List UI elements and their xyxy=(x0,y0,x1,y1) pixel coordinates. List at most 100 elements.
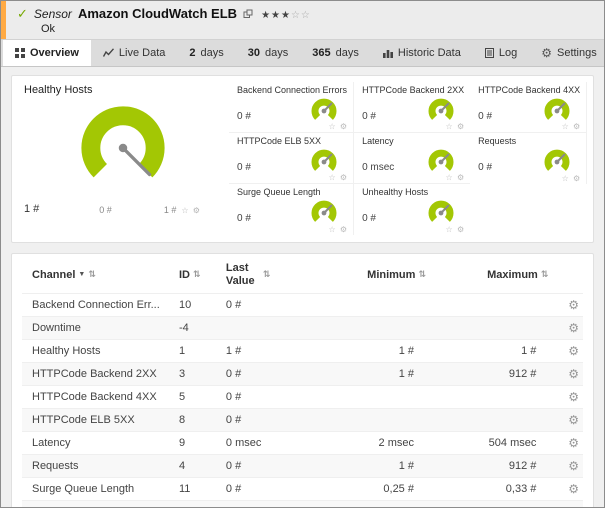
mini-gauge-value: 0 # xyxy=(478,111,492,126)
favorite-star-icon[interactable]: ☆ xyxy=(446,173,454,182)
channel-row[interactable]: Healthy Hosts 1 1 # 1 # 1 # ⚙ xyxy=(22,340,583,363)
channel-settings-icon[interactable]: ⚙ xyxy=(568,344,579,358)
channel-name: Downtime xyxy=(22,317,175,340)
favorite-star-icon[interactable]: ☆ xyxy=(446,122,454,131)
channel-row[interactable]: Latency 9 0 msec 2 msec 504 msec ⚙ xyxy=(22,432,583,455)
mini-gauge-dial xyxy=(542,147,572,177)
channel-settings-icon[interactable]: ⚙ xyxy=(568,321,579,335)
primary-gauge-value: 1 # xyxy=(24,203,39,215)
channel-settings-icon[interactable]: ⚙ xyxy=(568,436,579,450)
tab-2-days[interactable]: 2 days xyxy=(177,40,235,66)
prtg-sensor-page: ✓ Sensor Amazon CloudWatch ELB ★★★☆☆ Ok … xyxy=(0,0,605,508)
channel-settings-icon[interactable]: ⚙ xyxy=(568,390,579,404)
tab-label: Log xyxy=(499,47,517,59)
channel-id: 10 xyxy=(175,294,222,317)
gauge-settings-icon[interactable]: ⚙ xyxy=(193,206,201,215)
channel-id: 1 xyxy=(175,340,222,363)
channel-last-value: 0 # xyxy=(222,363,310,386)
channel-row[interactable]: HTTPCode ELB 5XX 8 0 # ⚙ xyxy=(22,409,583,432)
col-label: Maximum xyxy=(487,269,538,281)
table-header-row: Channel ▼ ⇅ ID⇅ Last Value⇅ Minim xyxy=(22,256,583,294)
channel-id: 3 xyxy=(175,363,222,386)
mini-gauge-cell[interactable]: HTTPCode ELB 5XX 0 # ☆ ⚙ xyxy=(229,133,354,184)
mini-gauge-settings-icon[interactable]: ⚙ xyxy=(573,174,581,183)
favorite-star-icon[interactable]: ☆ xyxy=(562,174,570,183)
favorite-star-icon[interactable]: ☆ xyxy=(328,225,336,234)
channel-settings-icon[interactable]: ⚙ xyxy=(568,367,579,381)
col-label: Minimum xyxy=(367,269,415,281)
mini-gauge-settings-icon[interactable]: ⚙ xyxy=(457,173,465,182)
tab-30-days[interactable]: 30 days xyxy=(236,40,301,66)
favorite-star-icon[interactable]: ☆ xyxy=(181,206,189,215)
sort-icon: ⇅ xyxy=(541,269,549,280)
channel-settings-icon[interactable]: ⚙ xyxy=(568,482,579,496)
mini-gauge-cell[interactable]: HTTPCode Backend 4XX 0 # ☆ ⚙ xyxy=(470,82,587,133)
tab-log[interactable]: Log xyxy=(473,40,529,66)
gauges-panel: Healthy Hosts 1 # 0 # 1 # ☆ ⚙ Backend xyxy=(11,75,594,243)
mini-gauge-cell[interactable]: Latency 0 msec ☆ ⚙ xyxy=(354,133,470,184)
col-header-last-value[interactable]: Last Value⇅ xyxy=(222,256,310,294)
col-header-channel[interactable]: Channel ▼ ⇅ xyxy=(22,256,175,294)
mini-gauge-value: 0 # xyxy=(237,213,251,228)
tab-overview[interactable]: Overview xyxy=(3,40,91,66)
channel-maximum: 912 # xyxy=(430,363,552,386)
channel-row[interactable]: Unhealthy Hosts 2 0 # 0 # 0 # ⚙ xyxy=(22,501,583,508)
channel-row[interactable]: HTTPCode Backend 2XX 3 0 # 1 # 912 # ⚙ xyxy=(22,363,583,386)
tab-historic-data[interactable]: Historic Data xyxy=(371,40,473,66)
channel-id: 8 xyxy=(175,409,222,432)
favorite-star-icon[interactable]: ☆ xyxy=(562,122,570,131)
mini-gauge-cell[interactable]: HTTPCode Backend 2XX 0 # ☆ ⚙ xyxy=(354,82,470,133)
channel-last-value: 0 # xyxy=(222,386,310,409)
object-kind-label: Sensor xyxy=(34,7,72,21)
channel-minimum: 0 # xyxy=(310,501,430,508)
col-header-minimum[interactable]: Minimum⇅ xyxy=(310,256,430,294)
mini-gauge-settings-icon[interactable]: ⚙ xyxy=(340,122,348,131)
mini-gauge-settings-icon[interactable]: ⚙ xyxy=(573,122,581,131)
tab-live-data[interactable]: Live Data xyxy=(91,40,177,66)
mini-gauge-settings-icon[interactable]: ⚙ xyxy=(457,122,465,131)
tab-365-days[interactable]: 365 days xyxy=(300,40,371,66)
tab-label: Overview xyxy=(30,47,79,59)
channel-id: 4 xyxy=(175,455,222,478)
channel-row[interactable]: Backend Connection Err... 10 0 # ⚙ xyxy=(22,294,583,317)
sort-icon: ⇅ xyxy=(88,269,96,280)
channel-last-value: 0 # xyxy=(222,294,310,317)
col-header-maximum[interactable]: Maximum⇅ xyxy=(430,256,552,294)
channel-name: Unhealthy Hosts xyxy=(22,501,175,508)
channels-table: Channel ▼ ⇅ ID⇅ Last Value⇅ Minim xyxy=(22,256,583,508)
favorite-star-icon[interactable]: ☆ xyxy=(328,173,336,182)
priority-stars[interactable]: ★★★☆☆ xyxy=(261,10,311,21)
channel-name: Requests xyxy=(22,455,175,478)
channel-last-value: 0 # xyxy=(222,409,310,432)
channel-id: 5 xyxy=(175,386,222,409)
channel-row[interactable]: Downtime -4 ⚙ xyxy=(22,317,583,340)
primary-channel-gauge[interactable]: Healthy Hosts 1 # 0 # 1 # ☆ ⚙ xyxy=(20,82,225,236)
mini-gauge-settings-icon[interactable]: ⚙ xyxy=(340,173,348,182)
tab-settings[interactable]: ⚙ Settings xyxy=(529,40,605,66)
popout-icon[interactable] xyxy=(243,9,253,19)
channel-row[interactable]: Surge Queue Length 11 0 # 0,25 # 0,33 # … xyxy=(22,478,583,501)
mini-gauge-settings-icon[interactable]: ⚙ xyxy=(457,225,465,234)
channel-name: HTTPCode ELB 5XX xyxy=(22,409,175,432)
favorite-star-icon[interactable]: ☆ xyxy=(328,122,336,131)
mini-gauge-settings-icon[interactable]: ⚙ xyxy=(340,225,348,234)
mini-gauge-cell[interactable]: Surge Queue Length 0 # ☆ ⚙ xyxy=(229,184,354,235)
channel-settings-icon[interactable]: ⚙ xyxy=(568,413,579,427)
mini-gauge-cell[interactable]: Requests 0 # ☆ ⚙ xyxy=(470,133,587,184)
col-header-id[interactable]: ID⇅ xyxy=(175,256,222,294)
channel-row[interactable]: HTTPCode Backend 4XX 5 0 # ⚙ xyxy=(22,386,583,409)
sensor-header: ✓ Sensor Amazon CloudWatch ELB ★★★☆☆ Ok xyxy=(1,1,604,39)
channel-settings-icon[interactable]: ⚙ xyxy=(568,459,579,473)
channel-name: Healthy Hosts xyxy=(22,340,175,363)
favorite-star-icon[interactable]: ☆ xyxy=(446,225,454,234)
channel-id: 9 xyxy=(175,432,222,455)
channel-maximum xyxy=(430,294,552,317)
channel-settings-icon[interactable]: ⚙ xyxy=(568,298,579,312)
mini-gauge-value: 0 # xyxy=(237,111,251,126)
channel-minimum: 2 msec xyxy=(310,432,430,455)
mini-gauge-cell[interactable]: Unhealthy Hosts 0 # ☆ ⚙ xyxy=(354,184,470,235)
channel-row[interactable]: Requests 4 0 # 1 # 912 # ⚙ xyxy=(22,455,583,478)
col-header-actions xyxy=(552,256,583,294)
stars-empty: ☆☆ xyxy=(291,10,311,21)
mini-gauge-cell[interactable]: Backend Connection Errors 0 # ☆ ⚙ xyxy=(229,82,354,133)
